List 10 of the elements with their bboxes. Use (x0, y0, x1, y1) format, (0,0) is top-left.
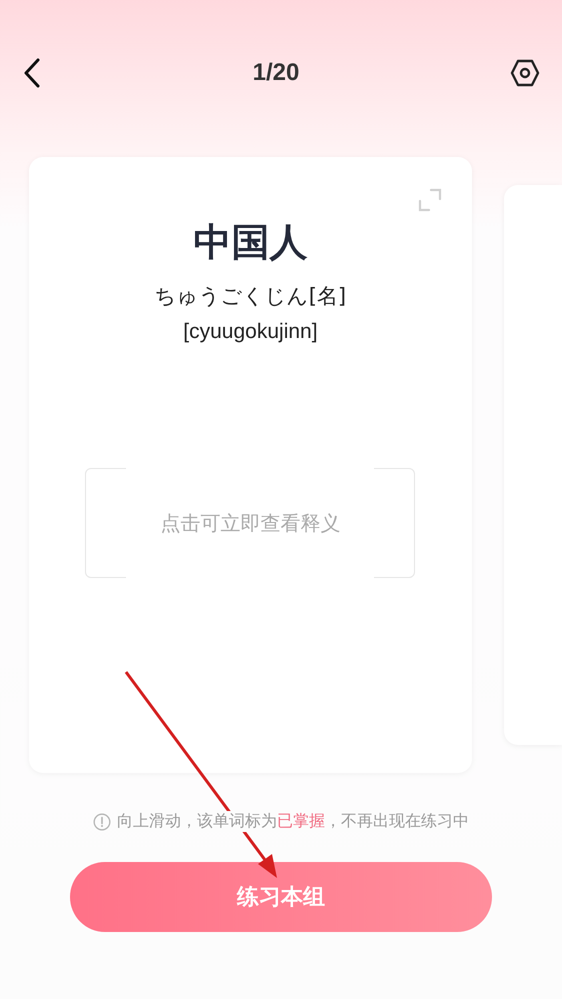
info-icon (93, 812, 111, 830)
swipe-hint-text: 向上滑动，该单词标为已掌握，不再出现在练习中 (117, 811, 469, 832)
back-icon[interactable] (22, 58, 42, 88)
romaji-text: [cyuugokujinn] (183, 320, 318, 344)
word-text: 中国人 (193, 219, 308, 266)
reading-text: ちゅうごくじん[名] (154, 283, 346, 310)
settings-icon[interactable] (510, 59, 540, 87)
practice-group-button[interactable]: 练习本组 (70, 862, 492, 932)
page-title: 1/20 (252, 59, 300, 87)
reveal-meaning-button[interactable]: 点击可立即查看释义 (85, 468, 416, 578)
